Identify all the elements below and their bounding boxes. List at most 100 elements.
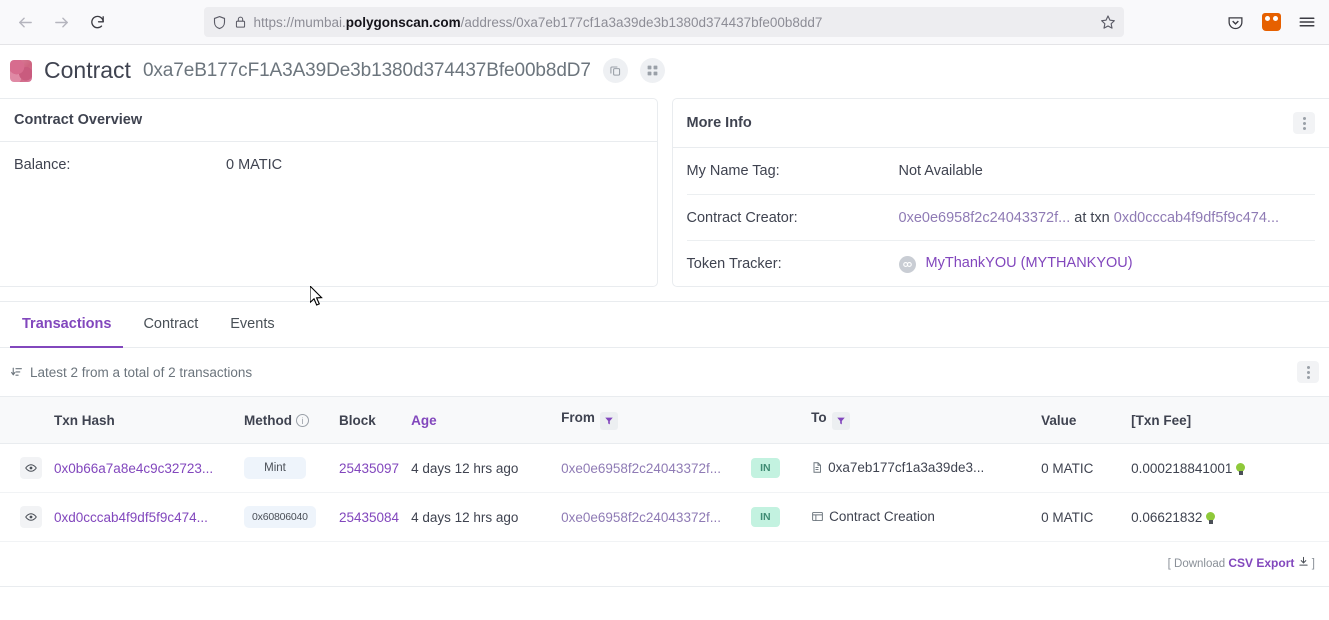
creation-txn-link[interactable]: 0xd0cccab4f9df5f9c474... [1114,210,1279,226]
lock-icon[interactable] [234,15,247,29]
token-tracker-label: Token Tracker: [686,255,782,272]
qr-code-icon[interactable] [639,58,665,83]
creator-address-link[interactable]: 0xe0e6958f2c24043372f... [899,210,1071,226]
reload-icon [90,15,104,28]
summary-panels: Contract Overview Balance: 0 MATIC More … [0,98,1329,287]
transactions-table: Txn Hash Method i Block Age From To Valu… [0,396,1329,542]
col-direction [745,396,806,444]
copy-icon[interactable] [602,58,628,83]
balance-value: 0 MATIC [226,157,283,173]
row-from: 0xe0e6958f2c24043372f... [555,492,746,542]
row-txn-hash: 0x0b66a7a8e4c9c32723... [48,443,238,493]
tab-events[interactable]: Events [218,302,286,348]
table-header-row: Txn Hash Method i Block Age From To Valu… [0,396,1329,444]
from-filter-icon[interactable] [599,412,618,430]
csv-export-footer: [ Download CSV Export ] [0,542,1329,586]
contract-creator-label: Contract Creator: [686,209,798,226]
url-text: https://mumbai.polygonscan.com/address/0… [254,15,1093,30]
from-address-link[interactable]: 0xe0e6958f2c24043372f... [561,510,721,525]
metamask-fox-icon[interactable] [1259,10,1283,34]
to-filter-icon[interactable] [831,412,850,430]
row-method: 0x60806040 [238,492,333,542]
block-link[interactable]: 25435084 [339,510,399,525]
url-suffix: /address/0xa7eb177cf1a3a39de3b1380d37443… [460,14,823,30]
txn-hash-link[interactable]: 0x0b66a7a8e4c9c32723... [54,461,213,476]
col-value: Value [1035,396,1126,444]
address-bar[interactable]: https://mumbai.polygonscan.com/address/0… [203,7,1124,37]
tab-contract[interactable]: Contract [131,302,210,348]
transactions-summary-bar: Latest 2 from a total of 2 transactions [0,348,1329,396]
shield-icon[interactable] [212,15,227,30]
csv-export-link[interactable]: CSV Export [1228,556,1294,570]
navigation-buttons [10,7,112,37]
row-value: 0 MATIC [1035,443,1126,493]
more-info-title: More Info [672,99,1329,148]
back-button[interactable] [10,7,40,37]
sort-descending-icon[interactable] [10,366,23,379]
row-to: Contract Creation [805,492,1036,542]
row-eye-cell [0,443,48,493]
hamburger-menu-icon[interactable] [1295,10,1319,34]
more-info-panel: More Info My Name Tag: Not Available Con… [671,98,1329,287]
row-to: 0xa7eb177cf1a3a39de3... [805,443,1036,493]
gas-bulb-icon [1236,462,1246,475]
contract-overview-panel: Contract Overview Balance: 0 MATIC [0,98,658,287]
token-tracker-value: MyThankYOU (MYTHANKYOU) [898,255,1133,273]
row-block: 25435084 [333,492,406,542]
contract-file-icon [811,461,823,477]
eye-icon[interactable] [20,506,42,528]
method-badge[interactable]: Mint [244,457,306,479]
tab-bar: Transactions Contract Events [0,302,1329,348]
eye-icon[interactable] [20,457,42,479]
name-tag-label: My Name Tag: [686,163,780,179]
token-tracker-link[interactable]: MyThankYOU (MYTHANKYOU) [926,255,1133,271]
bracket-close: ] [1311,558,1315,570]
name-tag-row: My Name Tag: Not Available [687,148,1316,194]
download-icon[interactable] [1294,556,1311,570]
name-tag-value: Not Available [898,163,983,179]
more-options-icon[interactable] [1293,112,1315,134]
col-age[interactable]: Age [405,396,556,444]
contract-identicon [10,59,32,82]
method-badge[interactable]: 0x60806040 [244,506,316,528]
to-address-text[interactable]: 0xa7eb177cf1a3a39de3... [828,460,984,475]
from-address-link[interactable]: 0xe0e6958f2c24043372f... [561,461,721,476]
contract-address: 0xa7eB177cF1A3A39De3b1380d374437Bfe00b8d… [142,59,591,81]
row-age: 4 days 12 hrs ago [405,443,556,493]
transactions-more-options-icon[interactable] [1297,361,1319,383]
contract-creator-row: Contract Creator: 0xe0e6958f2c24043372f.… [686,194,1315,240]
txn-fee-value: 0.000218841001 [1131,460,1233,476]
pocket-icon[interactable] [1223,10,1247,34]
at-txn-label: at txn [1074,209,1110,226]
row-from: 0xe0e6958f2c24043372f... [555,443,746,493]
more-info-heading: More Info [686,115,752,131]
info-icon[interactable]: i [296,414,309,427]
address-bar-wrapper: https://mumbai.polygonscan.com/address/0… [112,7,1215,37]
col-method-label: Method [244,412,292,428]
row-eye-cell [0,492,48,542]
col-eye [0,396,48,444]
gas-bulb-icon [1206,511,1216,524]
tab-transactions[interactable]: Transactions [10,302,124,348]
col-from: From [555,396,746,444]
to-address-text: Contract Creation [829,508,935,524]
txn-hash-link[interactable]: 0xd0cccab4f9df5f9c474... [54,510,208,525]
forward-button[interactable] [46,7,76,37]
balance-label: Balance: [14,157,71,173]
back-arrow-icon [18,17,32,27]
contract-overview-title: Contract Overview [0,99,657,142]
contract-creation-icon [811,510,824,526]
row-direction: IN [745,492,806,542]
download-label: Download [1174,558,1226,570]
transactions-table-body: 0x0b66a7a8e4c9c32723... Mint 25435097 4 … [0,443,1329,542]
token-tracker-row: Token Tracker: MyThankYOU (MYTHANKYOU) [686,240,1315,286]
star-icon[interactable] [1100,14,1116,30]
block-link[interactable]: 25435097 [339,461,399,476]
reload-button[interactable] [82,7,112,37]
url-prefix: https://mumbai. [253,14,346,30]
balance-row: Balance: 0 MATIC [14,142,643,188]
bracket-open: [ [1167,558,1171,570]
browser-right-icons [1215,10,1319,34]
forward-arrow-icon [54,17,68,27]
row-method: Mint [238,443,333,493]
